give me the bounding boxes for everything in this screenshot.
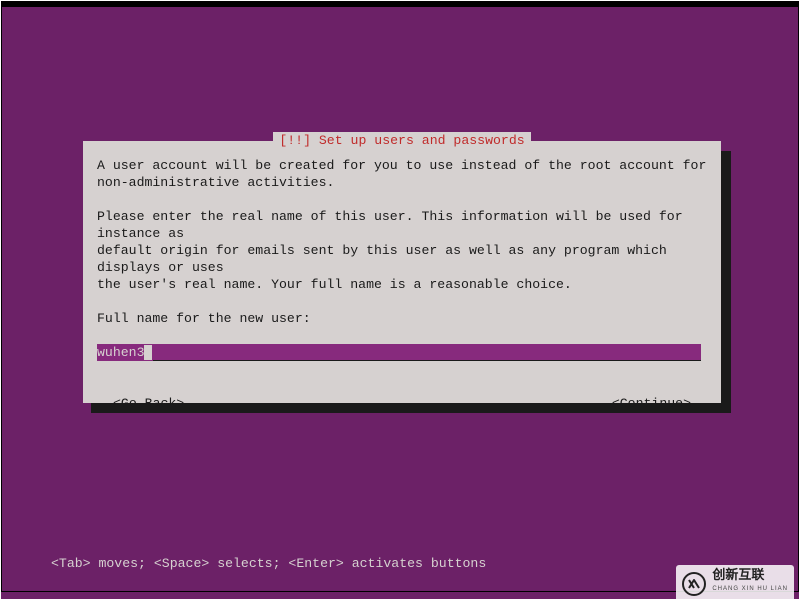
watermark-logo-icon <box>682 572 706 596</box>
dialog-body-text: A user account will be created for you t… <box>97 157 707 293</box>
watermark-brand: 创新互联 <box>712 569 788 581</box>
fullname-input-value: wuhen3 <box>97 345 144 360</box>
installer-screen: [!!] Set up users and passwords A user a… <box>1 1 799 599</box>
user-setup-dialog: [!!] Set up users and passwords A user a… <box>83 141 721 403</box>
fullname-prompt: Full name for the new user: <box>97 310 707 327</box>
continue-button[interactable]: <Continue> <box>612 395 691 412</box>
dialog-title: [!!] Set up users and passwords <box>273 132 530 149</box>
go-back-button[interactable]: <Go Back> <box>113 395 184 412</box>
text-cursor <box>144 345 152 360</box>
watermark-sub: CHANG XIN HU LIAN <box>712 581 788 598</box>
fullname-input[interactable]: wuhen3 <box>97 344 707 361</box>
watermark: 创新互联 CHANG XIN HU LIAN <box>676 565 794 602</box>
help-hint: <Tab> moves; <Space> selects; <Enter> ac… <box>51 555 486 572</box>
top-border <box>1 1 799 7</box>
